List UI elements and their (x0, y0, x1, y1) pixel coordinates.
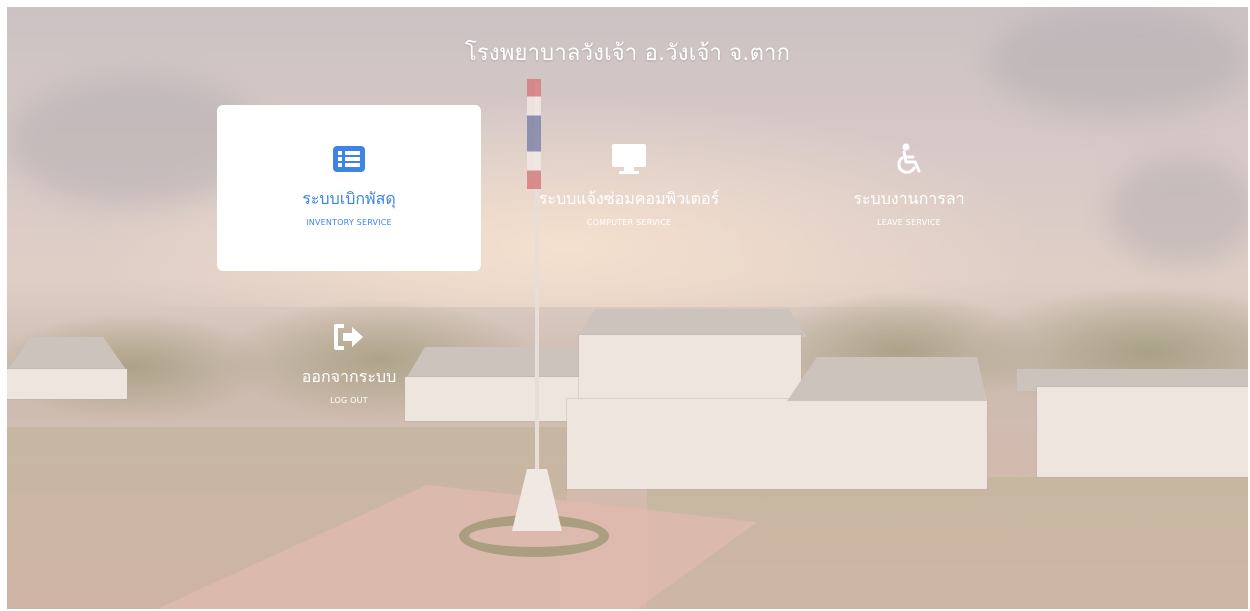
menu-tile-computer-sublabel: COMPUTER SERVICE (586, 218, 672, 227)
monitor-icon (497, 143, 761, 175)
menu-tile-computer[interactable]: ระบบแจ้งซ่อมคอมพิวเตอร์ COMPUTER SERVICE (497, 105, 761, 271)
menu-tile-logout[interactable]: ออกจากระบบ LOG OUT (217, 285, 481, 451)
menu-tile-leave-sublabel: LEAVE SERVICE (877, 218, 941, 227)
menu-tile-leave-label: ระบบงานการลา (853, 189, 965, 208)
menu-tile-computer-label: ระบบแจ้งซ่อมคอมพิวเตอร์ (538, 189, 720, 208)
menu-tile-inventory-label: ระบบเบิกพัสดุ (302, 189, 396, 208)
menu-tile-logout-label: ออกจากระบบ (301, 367, 397, 386)
page-title: โรงพยาบาลวังเจ้า อ.วังเจ้า จ.ตาก (464, 41, 791, 66)
menu-tile-leave[interactable]: ระบบงานการลา LEAVE SERVICE (777, 105, 1041, 271)
menu-tile-inventory[interactable]: ระบบเบิกพัสดุ INVENTORY SERVICE (217, 105, 481, 271)
menu-tile-logout-sublabel: LOG OUT (330, 396, 368, 405)
wheelchair-icon (777, 143, 1041, 175)
background-photo: โรงพยาบาลวังเจ้า อ.วังเจ้า จ.ตาก ระบบเบิ… (7, 7, 1248, 609)
menu-tile-inventory-sublabel: INVENTORY SERVICE (306, 218, 392, 227)
list-icon (217, 143, 481, 175)
sign-out-icon (217, 321, 481, 353)
